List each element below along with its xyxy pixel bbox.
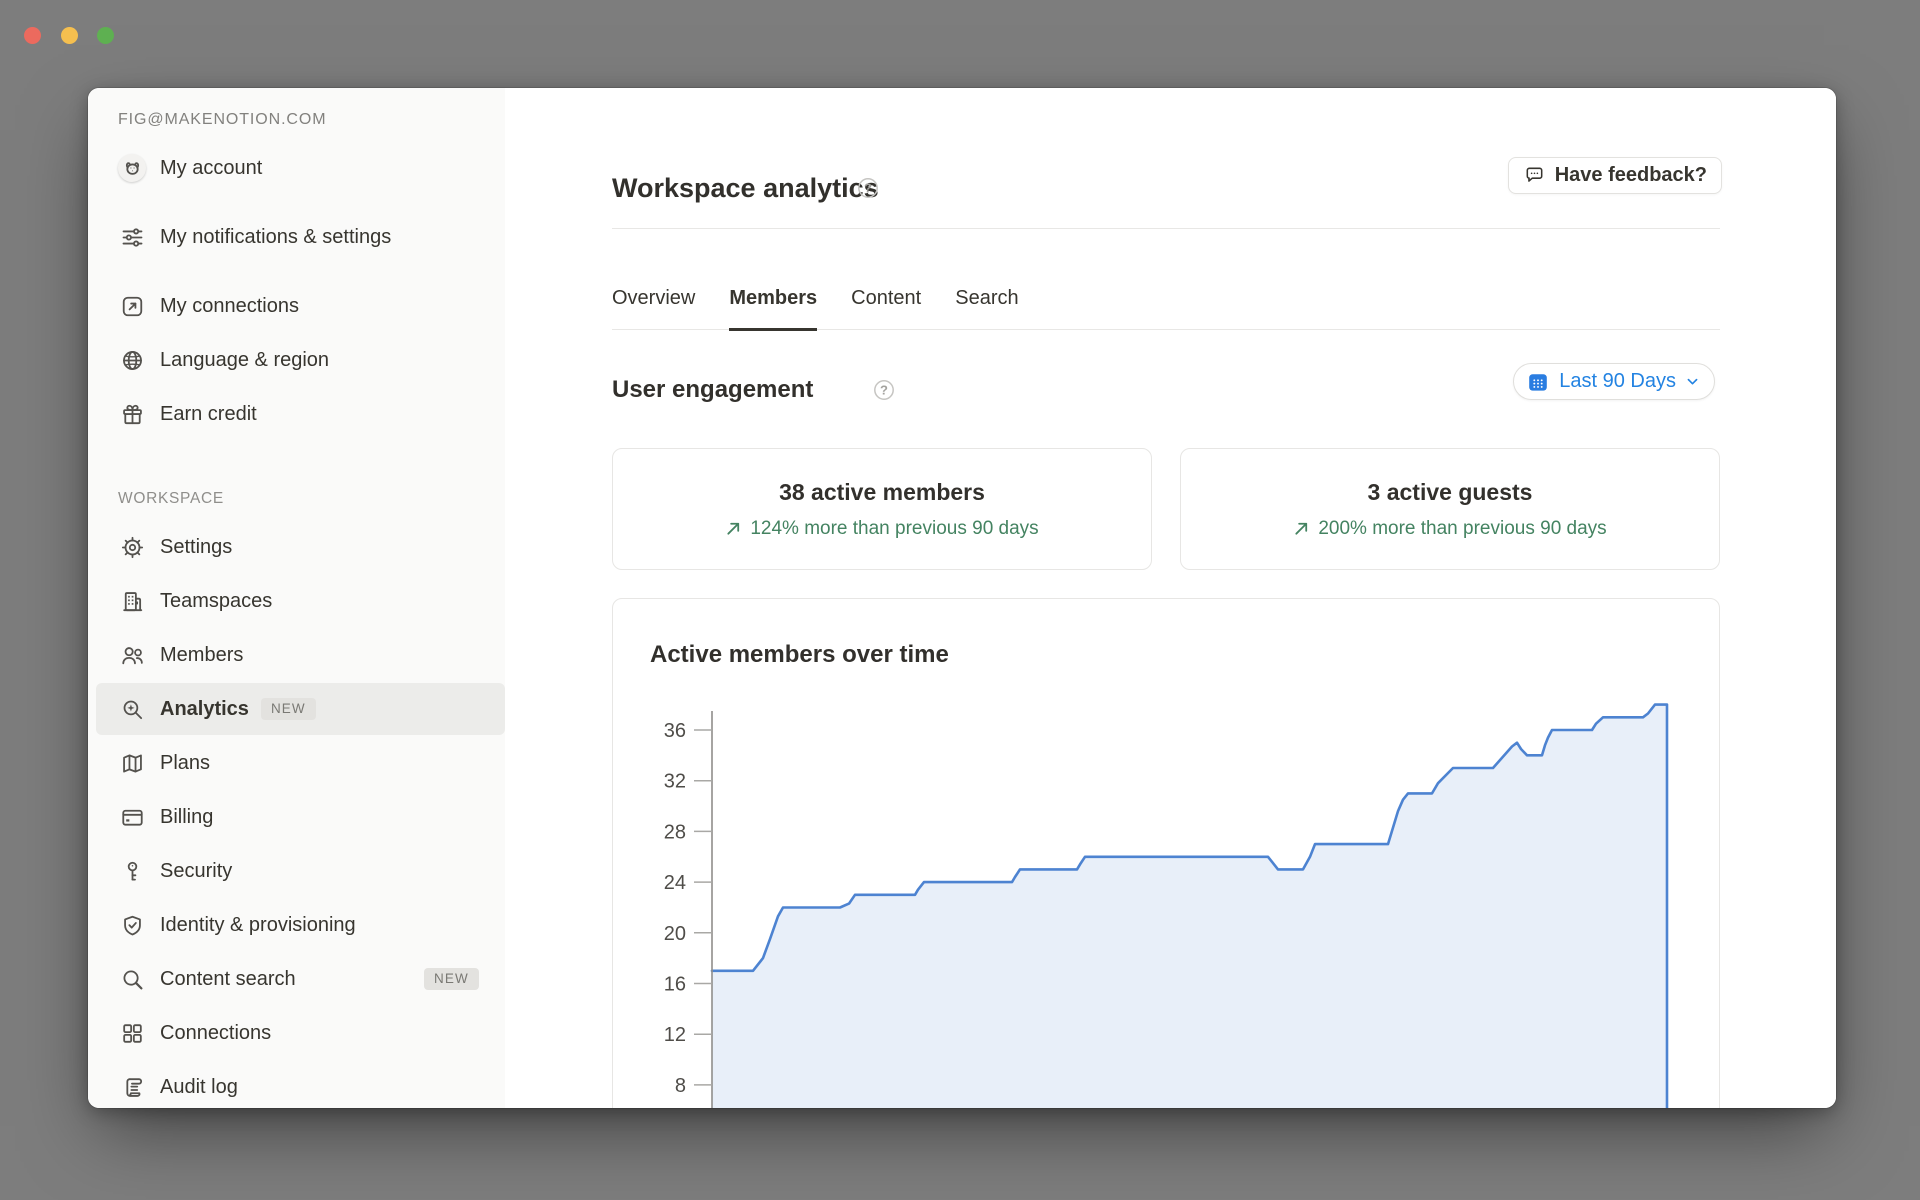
sidebar-item-members[interactable]: Members — [88, 628, 505, 682]
key-icon — [118, 857, 146, 885]
trend-up-icon — [1293, 520, 1310, 537]
tab-search[interactable]: Search — [955, 266, 1018, 331]
magnifier-sparkle-icon — [118, 695, 146, 723]
trend-up-icon — [725, 520, 742, 537]
sidebar-item-label: Analytics — [160, 696, 249, 722]
sidebar-item-label: Billing — [160, 804, 412, 830]
grid-icon — [118, 1019, 146, 1047]
sidebar-item-label: Audit log — [160, 1074, 412, 1100]
have-feedback-button[interactable]: Have feedback? — [1508, 157, 1722, 194]
svg-text:36: 36 — [664, 720, 686, 742]
sidebar-item-label: Earn credit — [160, 401, 412, 427]
date-range-selector[interactable]: Last 90 Days — [1513, 363, 1715, 400]
sidebar-item-my-account[interactable]: My account — [88, 141, 505, 195]
sidebar-item-security[interactable]: Security — [88, 844, 505, 898]
sidebar-item-label: Content search — [160, 966, 412, 992]
close-button[interactable] — [24, 27, 41, 44]
globe-icon — [118, 346, 146, 374]
svg-text:32: 32 — [664, 771, 686, 793]
svg-text:?: ? — [864, 180, 872, 195]
sidebar-item-teamspaces[interactable]: Teamspaces — [88, 574, 505, 628]
sidebar-item-earn-credit[interactable]: Earn credit — [88, 387, 505, 441]
tab-overview[interactable]: Overview — [612, 266, 695, 331]
tab-members[interactable]: Members — [729, 266, 817, 331]
sidebar-item-label: My account — [160, 155, 412, 181]
zoom-button[interactable] — [97, 27, 114, 44]
active-guests-value: 3 active guests — [1368, 479, 1533, 506]
sidebar-item-label: Language & region — [160, 347, 412, 373]
sidebar-item-content-search[interactable]: Content search NEW — [88, 952, 505, 1006]
minimize-button[interactable] — [61, 27, 78, 44]
analytics-main-panel: Workspace analytics ? Have feedback? O — [505, 88, 1836, 1108]
svg-text:12: 12 — [664, 1024, 686, 1046]
desktop-background: FIG@MAKENOTION.COM My account — [0, 0, 1920, 1200]
active-members-value: 38 active members — [779, 479, 985, 506]
sidebar-item-billing[interactable]: Billing — [88, 790, 505, 844]
map-icon — [118, 749, 146, 777]
user-engagement-title: User engagement — [612, 376, 813, 404]
feedback-button-label: Have feedback? — [1555, 164, 1707, 187]
workspace-section-label: WORKSPACE — [88, 478, 505, 520]
stat-cards: 38 active members 124% more than previou… — [612, 448, 1720, 570]
sidebar-item-audit-log[interactable]: Audit log — [88, 1060, 505, 1108]
sidebar-item-label: Settings — [160, 534, 412, 560]
chevron-down-icon — [1685, 374, 1700, 389]
new-badge: NEW — [261, 698, 316, 720]
magnifier-icon — [118, 965, 146, 993]
building-icon — [118, 587, 146, 615]
sidebar-item-settings[interactable]: Settings — [88, 520, 505, 574]
sidebar-item-label: Security — [160, 858, 412, 884]
shield-check-icon — [118, 911, 146, 939]
arrow-up-right-icon — [118, 292, 146, 320]
active-members-card: 38 active members 124% more than previou… — [612, 448, 1152, 570]
active-guests-delta: 200% more than previous 90 days — [1293, 518, 1606, 540]
sidebar-item-label: Plans — [160, 750, 412, 776]
svg-text:8: 8 — [675, 1075, 686, 1097]
page-title: Workspace analytics — [612, 173, 879, 204]
svg-text:16: 16 — [664, 974, 686, 996]
svg-text:20: 20 — [664, 923, 686, 945]
scroll-icon — [118, 1073, 146, 1101]
chart-title: Active members over time — [650, 641, 949, 669]
new-badge: NEW — [424, 968, 479, 990]
tab-content[interactable]: Content — [851, 266, 921, 331]
gear-icon — [118, 533, 146, 561]
sidebar-item-label: Members — [160, 642, 412, 668]
sidebar-item-label: Teamspaces — [160, 588, 412, 614]
sidebar-item-label: Connections — [160, 1020, 412, 1046]
header-divider — [612, 228, 1720, 229]
sidebar-item-notifications-settings[interactable]: My notifications & settings — [88, 195, 505, 279]
analytics-tabs: Overview Members Content Search — [612, 266, 1720, 330]
feedback-bubble-icon — [1523, 164, 1546, 187]
sidebar-item-connections[interactable]: Connections — [88, 1006, 505, 1060]
sidebar-item-plans[interactable]: Plans — [88, 736, 505, 790]
sidebar-item-identity-provisioning[interactable]: Identity & provisioning — [88, 898, 505, 952]
sidebar-item-label: My notifications & settings — [160, 224, 412, 250]
svg-text:28: 28 — [664, 821, 686, 843]
gift-icon — [118, 400, 146, 428]
active-members-area-chart: 36 32 28 24 20 16 12 8 — [613, 691, 1719, 1108]
sidebar-item-language-region[interactable]: Language & region — [88, 333, 505, 387]
sidebar-item-label: My connections — [160, 293, 412, 319]
active-members-delta: 124% more than previous 90 days — [725, 518, 1038, 540]
sliders-icon — [118, 223, 146, 251]
sidebar-item-label: Identity & provisioning — [160, 912, 412, 938]
people-icon — [118, 641, 146, 669]
calendar-icon — [1526, 370, 1550, 394]
sidebar-item-analytics[interactable]: Analytics NEW — [88, 682, 505, 736]
svg-text:24: 24 — [664, 872, 686, 894]
date-range-label: Last 90 Days — [1559, 370, 1676, 393]
settings-sidebar: FIG@MAKENOTION.COM My account — [88, 88, 505, 1108]
avatar — [118, 154, 146, 182]
svg-text:?: ? — [880, 382, 888, 397]
active-guests-card: 3 active guests 200% more than previous … — [1180, 448, 1720, 570]
active-members-chart-card: Active members over time 36 32 28 24 20 16 12 8 — [612, 598, 1720, 1108]
account-email: FIG@MAKENOTION.COM — [88, 111, 505, 141]
sidebar-item-my-connections[interactable]: My connections — [88, 279, 505, 333]
notion-settings-window: FIG@MAKENOTION.COM My account — [88, 88, 1836, 1108]
credit-card-icon — [118, 803, 146, 831]
